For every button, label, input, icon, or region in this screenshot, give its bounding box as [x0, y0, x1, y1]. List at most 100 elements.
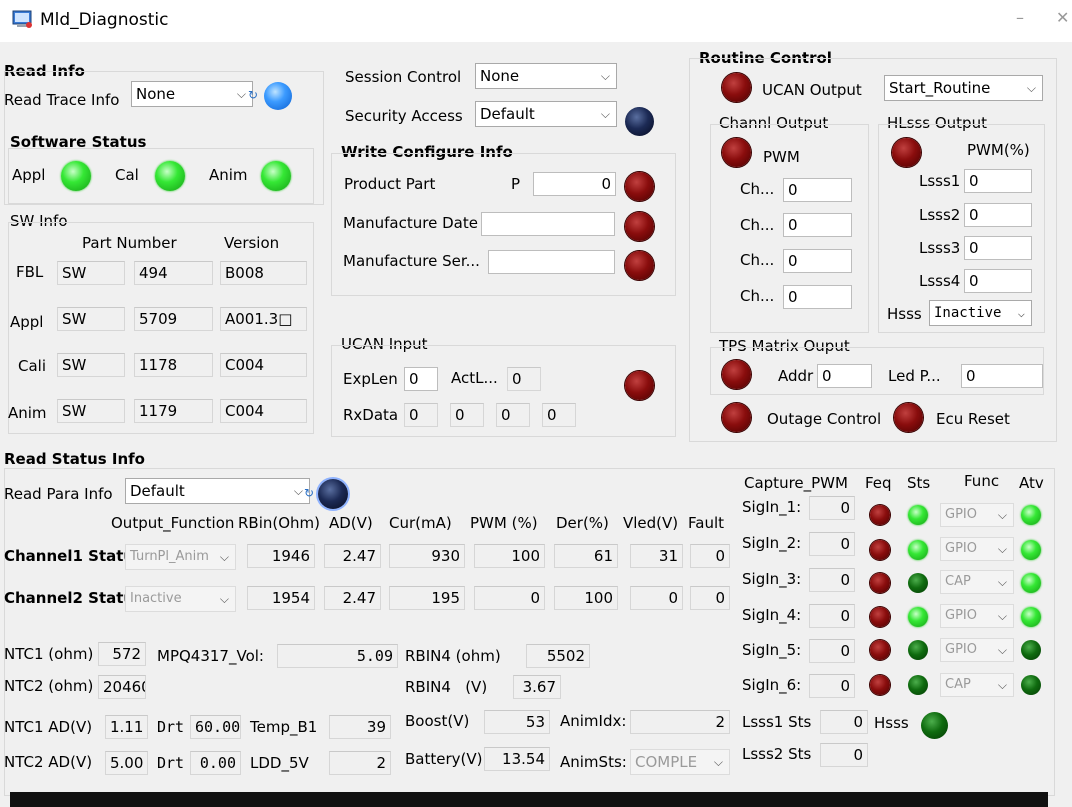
routine-select[interactable]: Start_Routine ⌵ — [884, 75, 1043, 101]
cal-status-label: Cal — [115, 166, 139, 184]
anim-label: Anim — [8, 404, 47, 422]
drt2-value: 0.00 — [190, 751, 241, 775]
lsss4-input[interactable]: 0 — [964, 269, 1032, 293]
channel2-func-select[interactable]: Inactive ⌵ — [125, 586, 236, 612]
hsss-sts-label: Hsss — [874, 714, 909, 732]
addr-input[interactable]: 0 — [817, 364, 872, 388]
lsss2-input[interactable]: 0 — [964, 203, 1032, 227]
ecu-reset-led[interactable] — [894, 403, 923, 432]
rbin4-ohm-value: 5502 — [526, 644, 590, 668]
hsss-label: Hsss — [887, 305, 922, 323]
ch2-input[interactable]: 0 — [783, 213, 852, 237]
ch3-input[interactable]: 0 — [783, 249, 852, 273]
read-trace-select[interactable]: None ⌵ — [131, 81, 253, 107]
sigin-2-sts-led — [908, 540, 928, 560]
sigin-1-freq-led — [870, 505, 890, 525]
ch1-input[interactable]: 0 — [783, 178, 852, 202]
capture-pwm-title: Capture_PWM — [744, 474, 848, 492]
hsss-select[interactable]: Inactive ⌵ — [929, 300, 1032, 326]
ldd-5v-value: 2 — [329, 751, 391, 775]
sigin-5-func-select[interactable]: GPIO ⌵ — [940, 638, 1014, 662]
explen-input[interactable]: 0 — [404, 367, 438, 391]
sigin-1-atv-led — [1021, 505, 1041, 525]
outage-control-led[interactable] — [722, 403, 751, 432]
anim-sts-label: AnimSts: — [560, 753, 627, 771]
sigin-1-func-select[interactable]: GPIO ⌵ — [940, 503, 1014, 527]
ntc1-ohm-value: 572 — [98, 642, 146, 666]
hsss-sts-led — [921, 712, 948, 739]
sigin-6-value: 0 — [809, 674, 855, 698]
ntc2-ohm-value: 20460 — [98, 675, 146, 699]
ad-header: AD(V) — [329, 514, 373, 532]
refresh-icon[interactable]: ↻ — [248, 88, 258, 102]
sigin-4-atv-led — [1021, 607, 1041, 627]
sigin-5-sts-led — [908, 640, 928, 660]
mfg-date-input[interactable] — [481, 212, 615, 236]
lsss1-input[interactable]: 0 — [964, 169, 1032, 193]
sigin-6-label: SigIn_6: — [742, 676, 802, 694]
channel2-vled: 0 — [630, 586, 683, 610]
session-control-select[interactable]: None ⌵ — [475, 63, 617, 89]
led-p-input[interactable]: 0 — [961, 364, 1043, 388]
channl-pwm-led[interactable] — [722, 138, 751, 167]
app-icon — [12, 10, 32, 28]
cali-version-field: C004 — [220, 353, 307, 377]
channel1-func-select[interactable]: TurnPl_Anim ⌵ — [125, 544, 236, 570]
sigin-6-func-select[interactable]: CAP ⌵ — [940, 673, 1014, 697]
sigin-3-label: SigIn_3: — [742, 570, 802, 588]
minimize-icon[interactable]: – — [1016, 8, 1024, 27]
sigin-3-sts-led — [908, 573, 928, 593]
cur-header: Cur(mA) — [389, 514, 452, 532]
sigin-4-sts-led — [908, 607, 928, 627]
channel2-pwm: 0 — [474, 586, 545, 610]
sigin-2-func-select[interactable]: GPIO ⌵ — [940, 537, 1014, 561]
lsss2-sts-value: 0 — [820, 743, 868, 767]
ch4-input[interactable]: 0 — [783, 285, 852, 309]
mfg-date-led[interactable] — [625, 212, 654, 241]
hlsss-pwm-led[interactable] — [892, 138, 921, 167]
ucan-output-led[interactable] — [722, 73, 751, 102]
refresh-icon[interactable]: ↻ — [304, 486, 314, 500]
actl-label: ActL... — [451, 369, 498, 387]
product-part-input[interactable]: 0 — [533, 172, 616, 196]
sigin-6-freq-led — [870, 675, 890, 695]
sigin-3-func-select[interactable]: CAP ⌵ — [940, 570, 1014, 594]
addr-label: Addr — [778, 367, 814, 385]
sigin-4-value: 0 — [809, 604, 855, 628]
fbl-type-field: SW — [57, 261, 125, 285]
ucan-output-label: UCAN Output — [762, 81, 862, 99]
sts-header: Sts — [907, 474, 931, 492]
der-header: Der(%) — [556, 514, 609, 532]
close-icon[interactable]: ✕ — [1056, 8, 1069, 27]
part-number-header: Part Number — [82, 234, 177, 252]
rxdata-field-0: 0 — [404, 403, 438, 427]
sigin-4-func-select[interactable]: GPIO ⌵ — [940, 604, 1014, 628]
read-para-led[interactable] — [318, 479, 348, 509]
actl-field: 0 — [507, 367, 541, 391]
rxdata-field-3: 0 — [542, 403, 576, 427]
mfg-serial-input[interactable] — [488, 250, 615, 274]
mfg-serial-led[interactable] — [625, 251, 654, 280]
security-access-select[interactable]: Default ⌵ — [475, 101, 617, 127]
channel2-rbin: 1954 — [247, 586, 315, 610]
rbin-header: RBin(Ohm) — [238, 514, 321, 532]
ntc2-ad-label: NTC2 AD(V) — [4, 753, 93, 771]
tps-matrix-led[interactable] — [722, 360, 751, 389]
appl-status-led — [61, 161, 91, 191]
rxdata-field-2: 0 — [496, 403, 530, 427]
sigin-3-freq-led — [870, 573, 890, 593]
lsss3-input[interactable]: 0 — [964, 236, 1032, 260]
cal-status-led — [155, 161, 185, 191]
ch2-label: Ch... — [740, 216, 775, 234]
product-part-prefix: P — [511, 175, 521, 193]
ucan-input-led[interactable] — [625, 371, 654, 400]
session-control-label: Session Control — [345, 68, 462, 86]
ntc1-ad-value: 1.11 — [105, 715, 148, 739]
anim-sts-select[interactable]: COMPLE ⌵ — [630, 749, 730, 775]
product-part-led[interactable] — [625, 172, 654, 201]
read-para-select[interactable]: Default ⌵ — [125, 478, 310, 504]
cali-type-field: SW — [57, 353, 125, 377]
anim-status-label: Anim — [209, 166, 248, 184]
sigin-3-atv-led — [1021, 573, 1041, 593]
mpq-vol-label: MPQ4317_Vol: — [157, 647, 264, 665]
